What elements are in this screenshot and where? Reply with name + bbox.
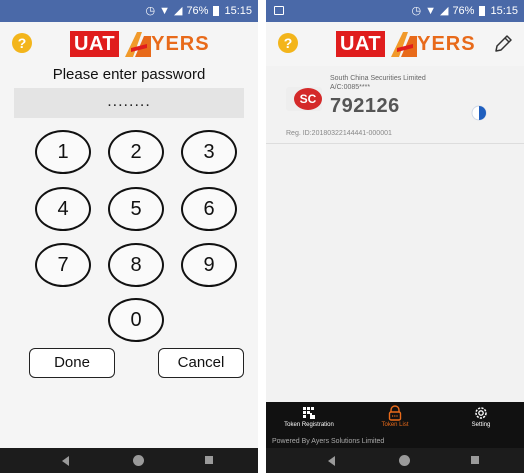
powered-by-footer: Powered By Ayers Solutions Limited xyxy=(266,436,524,448)
token-list-icon xyxy=(388,405,402,421)
logo-uat: UAT xyxy=(336,31,386,57)
wifi-icon: ▼ xyxy=(159,4,170,17)
sc-logo-text: SC xyxy=(300,92,317,106)
help-icon[interactable]: ? xyxy=(278,33,298,53)
status-bar: ◷ ▼ ◢ 76% 15:15 xyxy=(0,0,258,22)
cancel-button[interactable]: Cancel xyxy=(158,348,244,378)
tab-token-registration[interactable]: Token Registration xyxy=(266,402,352,436)
token-card[interactable]: SC South China Securities Limited A/C:00… xyxy=(266,66,524,144)
token-code: 792126 xyxy=(330,95,400,117)
key-7[interactable]: 7 xyxy=(35,243,91,287)
token-list-screen: ◷ ▼ ◢ 76% 15:15 ? UAT YERS SC South Chin xyxy=(266,0,524,473)
countdown-timer-icon xyxy=(471,105,487,121)
company-name: South China Securities Limited xyxy=(330,75,426,82)
recent-apps-icon[interactable] xyxy=(471,456,479,464)
tab-token-list[interactable]: Token List xyxy=(352,402,438,436)
status-bar: ◷ ▼ ◢ 76% 15:15 xyxy=(266,0,524,22)
tab-label: Token List xyxy=(381,422,409,428)
bottom-tab-bar: Token Registration Token List Setting xyxy=(266,402,524,436)
battery-percent: 76% xyxy=(186,5,209,17)
app-header: ? UAT YERS xyxy=(0,22,258,66)
alarm-icon: ◷ xyxy=(145,4,156,17)
key-6[interactable]: 6 xyxy=(181,187,237,231)
status-time: 15:15 xyxy=(490,5,518,17)
back-icon[interactable] xyxy=(328,456,335,466)
south-china-logo: SC xyxy=(286,87,322,111)
key-4[interactable]: 4 xyxy=(35,187,91,231)
logo-a-mark-icon xyxy=(391,32,418,57)
logo-uat: UAT xyxy=(70,31,120,57)
key-3[interactable]: 3 xyxy=(181,130,237,174)
back-icon[interactable] xyxy=(62,456,69,466)
app-logo: UAT YERS xyxy=(336,30,476,58)
key-1[interactable]: 1 xyxy=(35,130,91,174)
alarm-icon: ◷ xyxy=(411,4,422,17)
help-icon[interactable]: ? xyxy=(12,33,32,53)
done-button[interactable]: Done xyxy=(29,348,115,378)
key-5[interactable]: 5 xyxy=(108,187,164,231)
recent-apps-icon[interactable] xyxy=(205,456,213,464)
signal-icon: ◢ xyxy=(439,4,449,17)
home-icon[interactable] xyxy=(399,455,410,466)
keypad-hand-icon xyxy=(303,407,315,419)
notification-icon xyxy=(274,6,284,15)
battery-icon xyxy=(479,6,486,16)
password-screen: ◷ ▼ ◢ 76% 15:15 ? UAT YERS Please enter … xyxy=(0,0,258,473)
password-prompt: Please enter password xyxy=(52,66,206,83)
logo-word: YERS xyxy=(417,32,476,55)
wifi-icon: ▼ xyxy=(425,4,436,17)
key-9[interactable]: 9 xyxy=(181,243,237,287)
screen-divider xyxy=(258,0,266,473)
gear-icon xyxy=(475,407,487,419)
logo-a-mark-icon xyxy=(125,32,152,57)
android-nav-bar xyxy=(266,448,524,473)
logo-word: YERS xyxy=(151,32,210,55)
home-icon[interactable] xyxy=(133,455,144,466)
key-8[interactable]: 8 xyxy=(108,243,164,287)
registration-id: Reg. ID:20180322144441-000001 xyxy=(286,130,392,137)
battery-percent: 76% xyxy=(452,5,475,17)
tab-label: Token Registration xyxy=(284,422,334,428)
edit-pencil-icon[interactable] xyxy=(492,33,514,55)
tab-label: Setting xyxy=(471,422,491,428)
password-field[interactable]: ........ xyxy=(14,88,244,118)
account-number: A/C:0085**** xyxy=(330,84,371,91)
app-logo: UAT YERS xyxy=(70,30,210,58)
key-2[interactable]: 2 xyxy=(108,130,164,174)
android-nav-bar xyxy=(0,448,258,473)
key-0[interactable]: 0 xyxy=(108,298,164,342)
status-time: 15:15 xyxy=(224,5,252,17)
signal-icon: ◢ xyxy=(173,4,183,17)
app-header: ? UAT YERS xyxy=(266,22,524,66)
tab-setting[interactable]: Setting xyxy=(438,402,524,436)
battery-icon xyxy=(213,6,220,16)
